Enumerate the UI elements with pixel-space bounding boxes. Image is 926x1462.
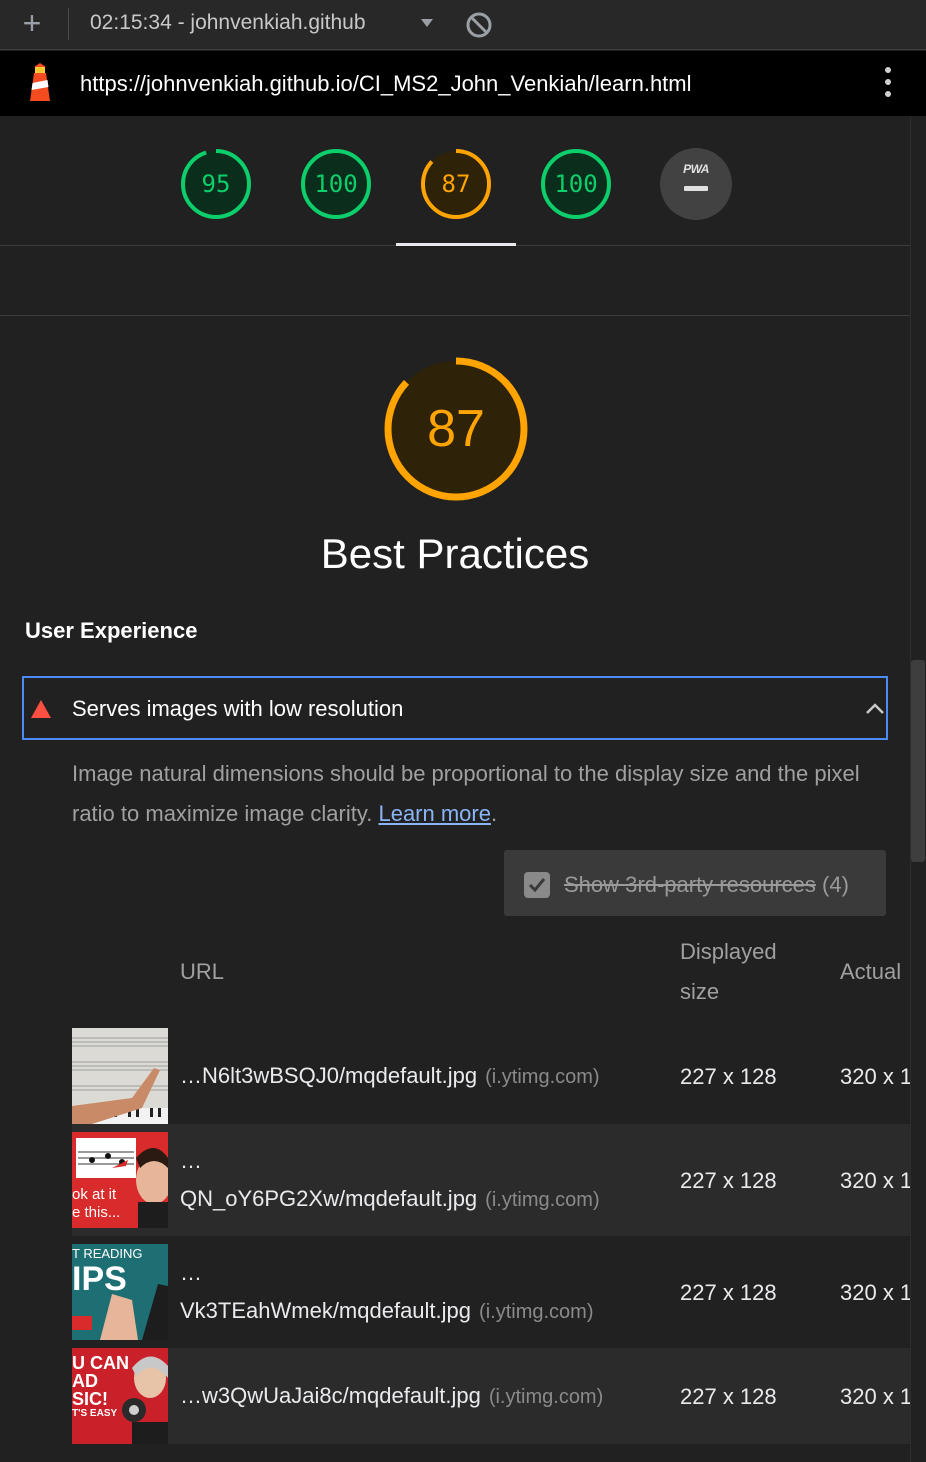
plus-icon[interactable]: + xyxy=(18,7,46,40)
thumbnail-image: T READING IPS xyxy=(72,1244,168,1340)
sticky-header-spacer xyxy=(0,246,910,316)
chevron-up-icon[interactable] xyxy=(864,698,886,720)
gauge-score: 100 xyxy=(314,170,358,198)
actual-size-cell: 320 x 1 xyxy=(840,1064,910,1089)
category-gauge: 87 xyxy=(383,356,529,502)
gauge-score: 87 xyxy=(441,170,471,198)
pwa-dash-icon xyxy=(684,186,708,191)
thumb-text-line: T'S EASY xyxy=(72,1408,118,1419)
caret-down-icon[interactable] xyxy=(418,14,436,32)
url-ellipsis: … xyxy=(180,1260,202,1285)
url-host: (i.ytimg.com) xyxy=(485,1189,600,1211)
gauge-accessibility[interactable]: 100 xyxy=(300,148,372,220)
block-icon[interactable] xyxy=(465,11,493,39)
displayed-size-cell: 227 x 128 xyxy=(680,1280,777,1305)
gauge-pwa[interactable]: PWA xyxy=(660,148,732,220)
thumbnail-image xyxy=(72,1028,168,1124)
gauge-score: 100 xyxy=(554,170,598,198)
pwa-label: PWA xyxy=(683,162,709,176)
period: . xyxy=(490,801,498,826)
toolbar-divider xyxy=(68,8,69,40)
audit-title: Serves images with low resolution xyxy=(72,696,404,721)
third-party-label-text: Show 3rd-party resources xyxy=(564,872,816,897)
third-party-filter[interactable]: Show 3rd-party resources (4) xyxy=(504,850,886,916)
url-host: (i.ytimg.com) xyxy=(479,1301,594,1323)
column-header-url: URL xyxy=(180,959,225,984)
url-path: …N6lt3wBSQJ0/mqdefault.jpg xyxy=(180,1063,478,1088)
url-cell[interactable]: … QN_oY6PG2Xw/mqdefault.jpg (i.ytimg.com) xyxy=(180,1142,600,1219)
displayed-size-cell: 227 x 128 xyxy=(680,1064,777,1089)
table-row: T READING IPS … Vk3TEahWmek/mqdefault.jp… xyxy=(72,1236,910,1348)
thumb-text-line: AD xyxy=(72,1371,98,1391)
url-cell[interactable]: … Vk3TEahWmek/mqdefault.jpg (i.ytimg.com) xyxy=(180,1254,593,1331)
gauge-score: 95 xyxy=(201,170,231,198)
actual-size-cell: 320 x 1 xyxy=(840,1168,910,1193)
scrollbar-thumb[interactable] xyxy=(911,660,925,862)
group-title: User Experience xyxy=(25,618,198,643)
displayed-size-cell: 227 x 128 xyxy=(680,1384,777,1409)
actual-size-cell: 320 x 1 xyxy=(840,1384,910,1409)
url-cell[interactable]: …N6lt3wBSQJ0/mqdefault.jpg (i.ytimg.com) xyxy=(180,1057,600,1096)
url-cell[interactable]: …w3QwUaJai8c/mqdefault.jpg (i.ytimg.com) xyxy=(180,1377,603,1416)
third-party-checkbox[interactable] xyxy=(524,872,550,898)
table-row: …N6lt3wBSQJ0/mqdefault.jpg (i.ytimg.com) … xyxy=(72,1028,910,1124)
gauge-seo[interactable]: 100 xyxy=(540,148,612,220)
kebab-menu-icon[interactable] xyxy=(878,67,898,101)
column-header-actual-size: Actual xyxy=(840,959,902,984)
devtools-toolbar: + 02:15:34 - johnvenkiah.github xyxy=(0,0,926,50)
thumbnail-image: ok at it e this... xyxy=(72,1132,168,1228)
url-path: …w3QwUaJai8c/mqdefault.jpg xyxy=(180,1383,481,1408)
url-path: QN_oY6PG2Xw/mqdefault.jpg xyxy=(180,1186,478,1211)
category-score: 87 xyxy=(427,400,485,458)
thumb-text-line: ok at it xyxy=(72,1186,117,1203)
thumb-text-line: IPS xyxy=(72,1260,127,1298)
page-url[interactable]: https://johnvenkiah.github.io/CI_MS2_Joh… xyxy=(80,71,692,97)
gauge-performance[interactable]: 95 xyxy=(180,148,252,220)
displayed-size-cell: 227 x 128 xyxy=(680,1168,777,1193)
thumb-text-line: T READING xyxy=(72,1246,143,1261)
table-row: U CAN AD SIC! T'S EASY …w3QwUaJai8c/mqde… xyxy=(72,1348,910,1444)
score-gauges: 95 100 87 100 PWA xyxy=(0,116,910,246)
url-ellipsis: … xyxy=(180,1148,202,1173)
thumb-text: U CAN AD SIC! T'S EASY xyxy=(72,1354,129,1420)
third-party-count: (4) xyxy=(822,872,849,897)
gauge-best-practices[interactable]: 87 xyxy=(420,148,492,220)
report-selector[interactable]: 02:15:34 - johnvenkiah.github xyxy=(90,11,366,35)
column-header-displayed-size: Displayed size xyxy=(680,932,777,1012)
lighthouse-icon xyxy=(30,63,50,101)
third-party-label: Show 3rd-party resources (4) xyxy=(564,872,849,898)
url-path: Vk3TEahWmek/mqdefault.jpg xyxy=(180,1298,472,1323)
learn-more-link[interactable]: Learn more xyxy=(378,801,491,826)
thumb-text-line: e this... xyxy=(72,1204,121,1221)
actual-size-cell: 320 x 1 xyxy=(840,1280,910,1305)
checkmark-icon xyxy=(528,878,546,893)
audit-description: Image natural dimensions should be propo… xyxy=(72,754,872,834)
category-title: Best Practices xyxy=(320,530,590,577)
thumbnail-image: U CAN AD SIC! T'S EASY xyxy=(72,1348,168,1444)
url-host: (i.ytimg.com) xyxy=(485,1066,600,1088)
thumb-text-line: SIC! xyxy=(72,1389,108,1409)
thumb-text: ok at it e this... xyxy=(72,1186,120,1222)
url-bar: https://johnvenkiah.github.io/CI_MS2_Joh… xyxy=(0,51,926,116)
warning-triangle-icon xyxy=(31,700,51,718)
table-row: ok at it e this... … QN_oY6PG2Xw/mqdefau… xyxy=(72,1124,910,1236)
url-host: (i.ytimg.com) xyxy=(488,1386,604,1408)
thumb-text-line: U CAN xyxy=(72,1353,129,1373)
column-header-displayed-line1: Displayed xyxy=(680,939,777,964)
column-header-displayed-line2: size xyxy=(680,979,720,1004)
audit-header[interactable]: Serves images with low resolution xyxy=(22,676,888,740)
